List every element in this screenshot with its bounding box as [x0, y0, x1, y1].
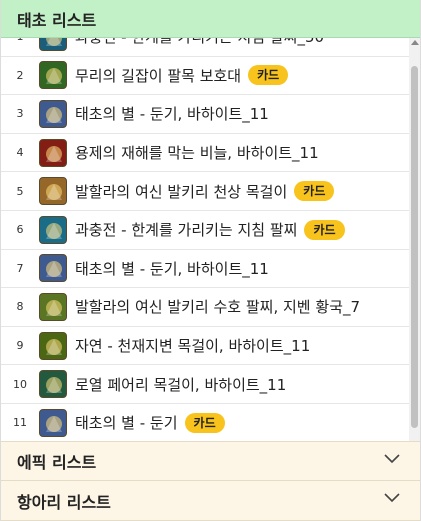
list-item[interactable]: 5 발할라의 여신 발키리 천상 목걸이 카드 [1, 172, 409, 211]
item-number: 3 [16, 107, 24, 121]
item-number: 2 [16, 68, 24, 82]
electric-glove-icon [39, 215, 67, 244]
nature-necklace-icon [39, 331, 67, 360]
item-name: 발할라의 여신 발키리 수호 팔찌, 지벤 황국_7 [75, 298, 361, 317]
item-name: 용제의 재해를 막는 비늘, 바하이트_11 [75, 144, 319, 163]
item-name: 로열 페어리 목걸이, 바하이트_11 [75, 375, 287, 394]
item-name: 태초의 별 - 둔기 [75, 414, 178, 433]
star-mace-icon [39, 99, 67, 128]
list-item[interactable]: 7 태초의 별 - 둔기, 바하이트_11 [1, 250, 409, 289]
taecho-list-header[interactable]: 태초 리스트 [1, 0, 420, 38]
chevron-down-icon[interactable] [384, 454, 400, 464]
list-item[interactable]: 2 무리의 길잡이 팔목 보호대 카드 [1, 57, 409, 96]
list-item[interactable]: 1 과충전 - 한계를 가리키는 지침 팔찌_50 [1, 38, 409, 57]
taecho-list-title: 태초 리스트 [17, 10, 97, 30]
card-badge: 카드 [248, 65, 289, 86]
necklace-icon [39, 177, 67, 206]
dragon-scale-icon [39, 138, 67, 167]
hangari-list-header[interactable]: 항아리 리스트 [1, 481, 420, 521]
item-number: 9 [16, 339, 24, 353]
item-number: 1 [1, 38, 39, 43]
scroll-thumb[interactable] [411, 66, 418, 428]
bracer-icon [39, 61, 67, 90]
epic-list-header[interactable]: 에픽 리스트 [1, 441, 420, 481]
item-name: 과충전 - 한계를 가리키는 지침 팔찌 [75, 221, 298, 240]
item-number: 7 [16, 261, 24, 275]
item-name: 태초의 별 - 둔기, 바하이트_11 [75, 105, 269, 124]
item-number: 5 [16, 184, 24, 198]
item-name: 발할라의 여신 발키리 천상 목걸이 [75, 182, 288, 201]
taecho-list-viewport: 1과충전 - 한계를 가리키는 지침 팔찌_502무리의 길잡이 팔목 보호대카… [1, 38, 420, 441]
hangari-list-title: 항아리 리스트 [17, 492, 111, 512]
item-number: 10 [13, 377, 27, 391]
item-list-panel: 태초 리스트 1 과충전 - 한계를 가리키는 지침 팔찌_50 2 무리의 길잡이 … [0, 0, 421, 521]
card-badge: 카드 [184, 412, 225, 433]
list-item[interactable]: 6 과충전 - 한계를 가리키는 지침 팔찌 카드 [1, 211, 409, 250]
list-item[interactable]: 4 용제의 재해를 막는 비늘, 바하이트_11 [1, 134, 409, 173]
electric-glove-icon [39, 38, 67, 51]
taecho-list: 1과충전 - 한계를 가리키는 지침 팔찌_502무리의 길잡이 팔목 보호대카… [1, 38, 409, 441]
bracelet-icon [39, 292, 67, 321]
list-item[interactable]: 10 로열 페어리 목걸이, 바하이트_11 [1, 365, 409, 404]
card-badge: 카드 [304, 219, 345, 240]
item-name: 태초의 별 - 둔기, 바하이트_11 [75, 259, 269, 278]
list-item[interactable]: 9 자연 - 천재지변 목걸이, 바하이트_11 [1, 327, 409, 366]
list-item[interactable]: 3 태초의 별 - 둔기, 바하이트_11 [1, 95, 409, 134]
item-number: 4 [16, 146, 24, 160]
item-name: 과충전 - 한계를 가리키는 지침 팔찌_50 [75, 38, 324, 47]
star-mace-icon [39, 254, 67, 283]
item-number: 8 [16, 300, 24, 314]
item-number: 11 [13, 416, 27, 430]
scroll-up-arrow-icon[interactable] [411, 40, 419, 45]
item-name: 자연 - 천재지변 목걸이, 바하이트_11 [75, 337, 311, 356]
list-item[interactable]: 11 태초의 별 - 둔기 카드 [1, 404, 409, 441]
epic-list-title: 에픽 리스트 [17, 453, 97, 472]
item-name: 무리의 길잡이 팔목 보호대 [75, 66, 242, 85]
card-badge: 카드 [294, 181, 335, 202]
list-scrollbar[interactable] [409, 38, 420, 441]
item-number: 6 [16, 223, 24, 237]
chevron-down-icon[interactable] [384, 493, 400, 503]
star-mace-icon [39, 408, 67, 437]
fairy-necklace-icon [39, 370, 67, 399]
list-item[interactable]: 8 발할라의 여신 발키리 수호 팔찌, 지벤 황국_7 [1, 288, 409, 327]
